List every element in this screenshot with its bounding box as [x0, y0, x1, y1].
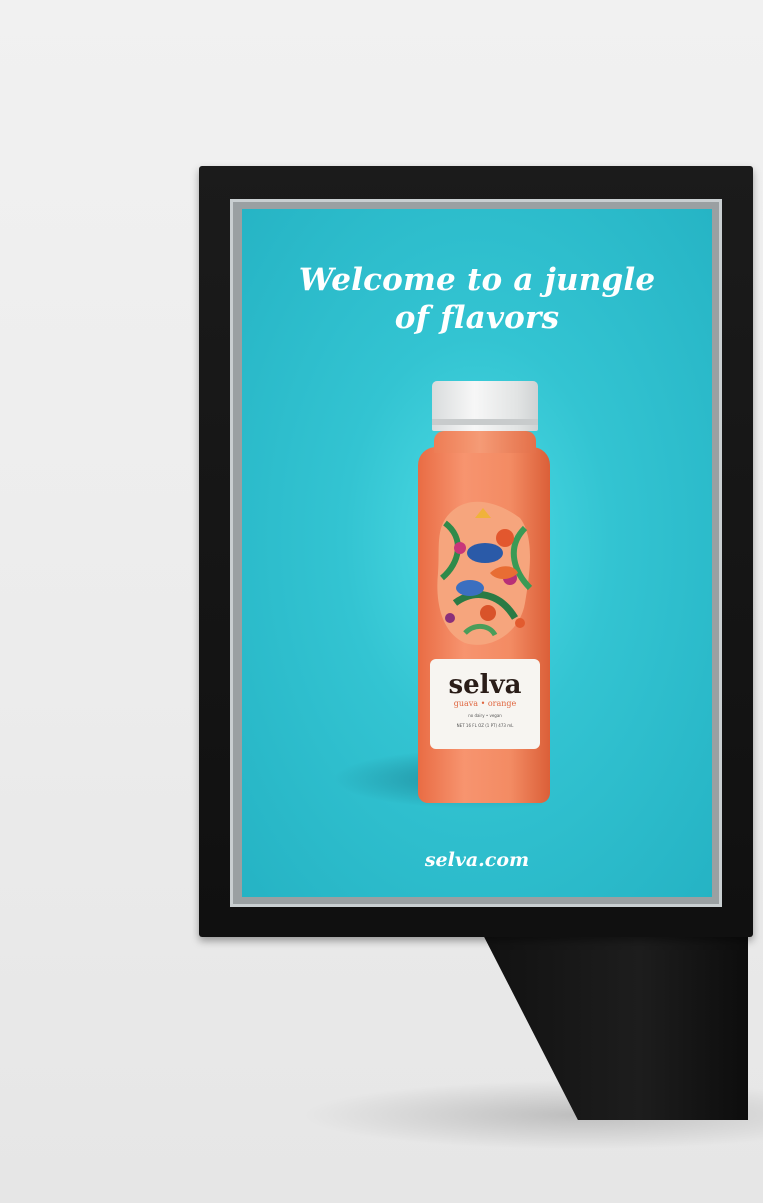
- brand-name: selva: [448, 670, 522, 700]
- bottle-label: selva guava • orange no dairy • vegan NE…: [430, 659, 540, 749]
- fine-print-2: NET 16 FL OZ (1 PT) 473 mL: [456, 723, 514, 728]
- headline-line-2: of flavors: [394, 300, 560, 336]
- jungle-illustration: [437, 501, 533, 645]
- headline-line-1: Welcome to a jungle: [298, 262, 656, 298]
- fine-print-1: no dairy • vegan: [468, 713, 502, 718]
- frame-bezel: Welcome to a jungle of flavors selva gua…: [230, 199, 722, 907]
- poster: Welcome to a jungle of flavors selva gua…: [242, 209, 712, 897]
- website-url: selva.com: [424, 849, 530, 871]
- flavor-text: guava • orange: [453, 699, 517, 708]
- lightbox-frame: Welcome to a jungle of flavors selva gua…: [199, 166, 753, 937]
- bottle-neck: [434, 431, 536, 453]
- juice-bottle: selva guava • orange no dairy • vegan NE…: [416, 381, 552, 811]
- poster-headline: Welcome to a jungle of flavors: [242, 261, 712, 337]
- bottle-cap-ridge: [432, 419, 538, 425]
